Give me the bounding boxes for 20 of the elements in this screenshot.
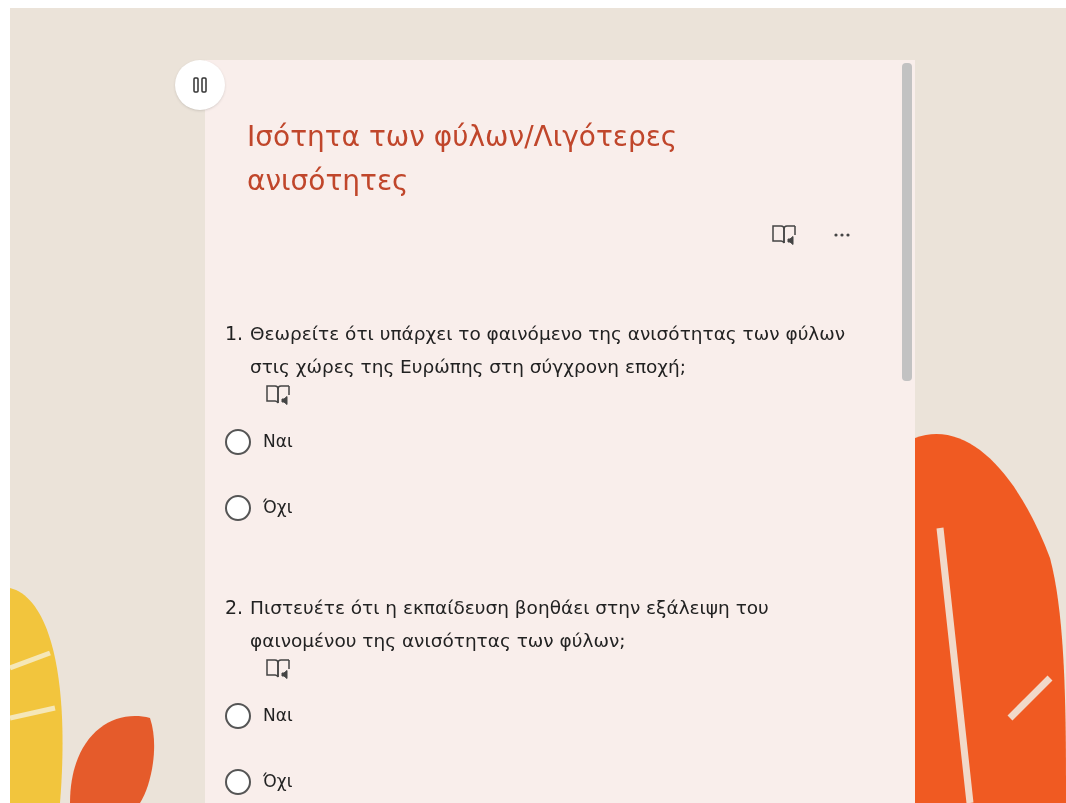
- option-label: Ναι: [263, 704, 293, 728]
- option-label: Ναι: [263, 430, 293, 454]
- question-text: Πιστευέτε ότι η εκπαίδευση βοηθάει στην εξάλειψη του φαινομένου της ανισότητας των φύλων;: [250, 596, 770, 653]
- question-number: 2.: [225, 595, 245, 620]
- option-label: Όχι: [263, 496, 293, 520]
- immersive-reader-icon[interactable]: [265, 383, 291, 407]
- radio-button[interactable]: [225, 495, 251, 521]
- pause-button[interactable]: [175, 60, 225, 110]
- pause-icon: [191, 76, 209, 94]
- more-icon: [833, 232, 851, 238]
- radio-button[interactable]: [225, 769, 251, 795]
- radio-button[interactable]: [225, 429, 251, 455]
- immersive-reader-icon[interactable]: [771, 223, 797, 247]
- question-text: Θεωρείτε ότι υπάρχει το φαινόμενο της ανισότητας των φύλων στις χώρες της Ευρώπης στη σύγχρονη εποχή;: [250, 322, 847, 379]
- radio-button[interactable]: [225, 703, 251, 729]
- immersive-reader-icon[interactable]: [265, 657, 291, 681]
- option-label: Όχι: [263, 770, 293, 794]
- scrollbar-thumb[interactable]: [902, 63, 912, 381]
- form-title: Ισότητα των φύλων/Λιγότερες ανισότητες: [247, 119, 679, 199]
- question-number: 1.: [225, 321, 245, 346]
